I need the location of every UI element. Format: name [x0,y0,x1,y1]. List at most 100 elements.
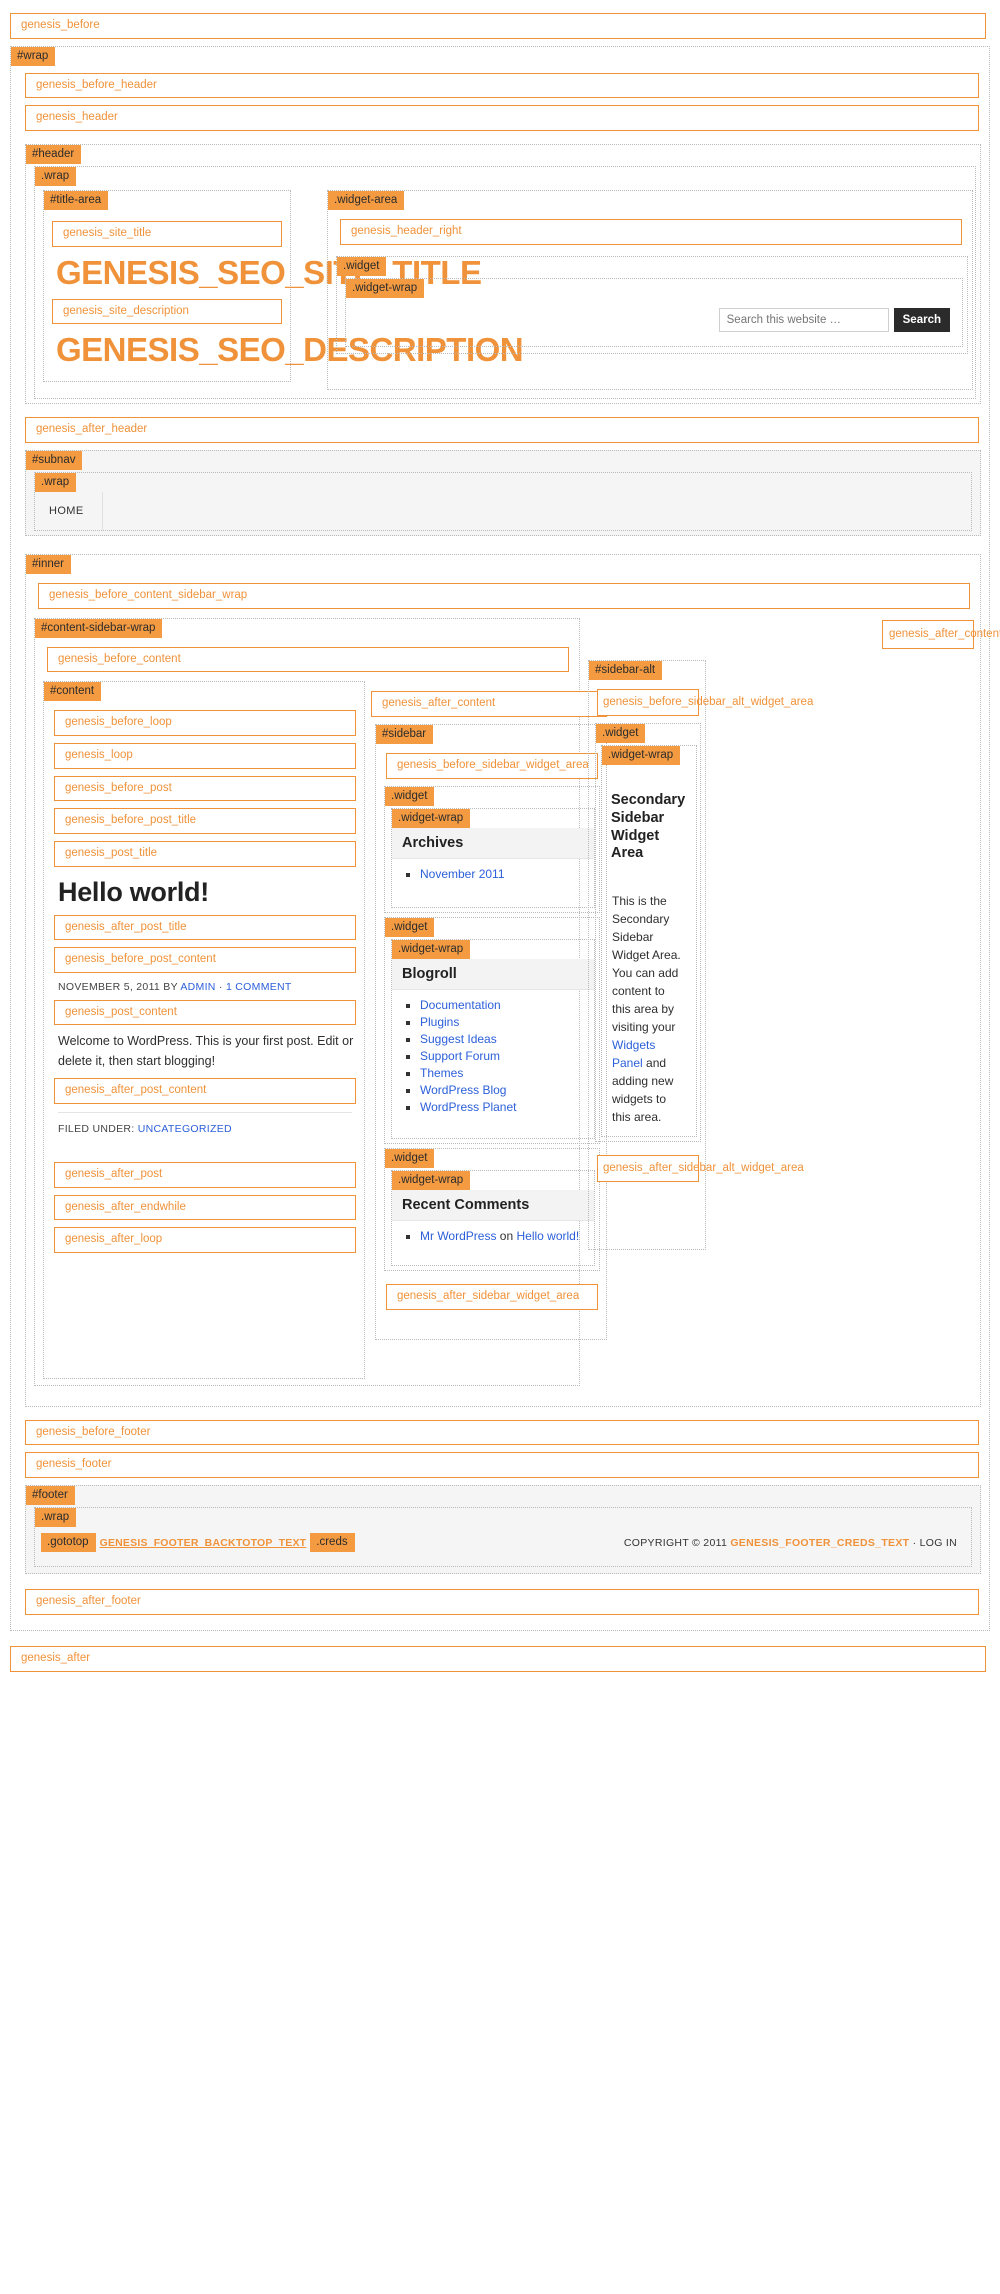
subnav-item-home[interactable]: HOME [35,491,103,530]
hook-genesis-after-header: genesis_after_header [25,417,979,443]
genesis-before-region: genesis_before [0,0,1000,39]
hook-genesis-before-header: genesis_before_header [25,72,979,99]
tag-inner: #inner [26,554,71,574]
blogroll-link[interactable]: Suggest Ideas [420,1032,497,1046]
post-meta-date: NOVEMBER 5, 2011 [58,980,161,993]
hook-label: genesis_before_content [58,652,181,665]
subnav-container: #subnav .wrap HOME [25,449,981,536]
subnav-link-home[interactable]: HOME [35,492,102,530]
tag-header: #header [26,144,82,165]
hook-label: genesis_after [21,1651,91,1664]
widget-area-container: .widget-area genesis_header_right .widge… [327,190,973,391]
list-item[interactable]: WordPress Blog [420,1083,594,1097]
genesis-hooks-visualization-page: genesis_before #wrap genesis_before_head… [0,0,1000,1689]
list-item[interactable]: Support Forum [420,1049,594,1063]
tag-widget-area: .widget-area [328,191,405,211]
blogroll-link[interactable]: WordPress Planet [420,1100,517,1114]
search-button[interactable]: Search [893,307,950,332]
post-meta-comments-link[interactable]: 1 COMMENT [226,981,292,993]
widget-title-recent-comments: Recent Comments [392,1190,594,1221]
genesis-after-region: genesis_after [0,1631,1000,1689]
list-item[interactable]: WordPress Planet [420,1100,594,1114]
post-meta-by: BY [163,980,178,993]
hook-label: genesis_after_post_content [65,1084,207,1097]
hook-genesis-before-post-content: genesis_before_post_content [54,947,356,973]
wrap-container: #wrap genesis_before_header genesis_head… [10,45,1000,1631]
hook-label: genesis_after_loop [65,1233,163,1246]
hook-genesis-after-sidebar-alt-widget-area: genesis_after_sidebar_alt_widget_area [597,1155,804,1183]
blogroll-link[interactable]: Themes [420,1066,463,1080]
hook-label: genesis_after_sidebar_alt_widget_area [603,1162,804,1175]
sidebar-container: #sidebar genesis_before_sidebar_widget_a… [375,723,607,1340]
post-meta-author-link[interactable]: ADMIN [180,981,215,993]
list-item[interactable]: Mr WordPress on Hello world! [420,1229,594,1243]
hook-label: genesis_before_header [36,78,157,91]
footer-wrap-container: .wrap .gototop GENESIS_FOOTER_BACKTOTOP_… [34,1507,972,1568]
list-item[interactable]: Themes [420,1066,594,1080]
blogroll-link[interactable]: Documentation [420,998,501,1012]
content-container: #content genesis_before_loop genesis_loo… [43,681,365,1379]
widget-list-recent-comments: Mr WordPress on Hello world! [392,1229,594,1243]
sidebar-alt-container: #sidebar-alt genesis_before_sidebar_alt_… [588,659,813,1251]
tag-widget-wrap: .widget-wrap [392,939,471,959]
hook-label: genesis_loop [65,748,133,761]
post-filed-label: FILED UNDER: [58,1122,135,1135]
hook-genesis-before-sidebar-alt-widget-area: genesis_before_sidebar_alt_widget_area [597,688,813,716]
tag-header-wrap: .wrap [35,167,77,187]
hook-label: genesis_after_post_title [65,920,187,933]
footer-row: .gototop GENESIS_FOOTER_BACKTOTOP_TEXT .… [35,1527,971,1558]
subnav-menu: HOME [35,491,971,530]
recent-comment-author-link[interactable]: Mr WordPress [420,1229,496,1243]
hook-label: genesis_before_content_sidebar_wrap [49,588,248,601]
back-to-top-link[interactable]: GENESIS_FOOTER_BACKTOTOP_TEXT [96,1537,311,1549]
search-input[interactable] [718,307,889,332]
tag-sidebar: #sidebar [376,724,434,744]
footer-login-link[interactable]: LOG IN [920,1537,957,1549]
tag-footer-wrap: .wrap [35,1508,77,1528]
sidebar-widget-wrap-container: .widget-wrap Blogroll Documentation Plug… [391,938,595,1139]
list-item[interactable]: Documentation [420,998,594,1012]
hook-genesis-after-content: genesis_after_content [371,691,607,717]
sidebar-alt-widget-container: .widget .widget-wrap Secondary Sidebar W… [595,722,701,1143]
archives-link[interactable]: November 2011 [420,867,505,881]
header-wrap-container: .wrap #title-area genesis_site_title GEN… [34,166,976,400]
hook-genesis-after-content-sidebar-wrap: genesis_after_content_sidebar_wrap [882,619,1000,650]
list-item[interactable]: Suggest Ideas [420,1032,594,1046]
recent-comment-post-link[interactable]: Hello world! [517,1229,580,1243]
hook-genesis-post-content: genesis_post_content [54,999,356,1026]
post-filed-under: FILED UNDER: UNCATEGORIZED [58,1111,352,1135]
tag-wrap: #wrap [11,46,56,66]
sidebar-widget-wrap-container: .widget-wrap Archives November 2011 [391,807,595,908]
widget-title-secondary-sidebar: Secondary Sidebar Widget Area [611,792,686,862]
tag-widget-wrap: .widget-wrap [392,1170,471,1190]
hook-label: genesis_before [21,19,100,31]
tag-title-area: #title-area [44,191,109,211]
widget-list-archives: November 2011 [392,867,594,881]
footer-copyright: COPYRIGHT © 2011 [623,1536,728,1549]
blogroll-link[interactable]: WordPress Blog [420,1083,506,1097]
hook-label: genesis_before_loop [65,716,172,729]
footer-container: #footer .wrap .gototop GENESIS_FOOTER_BA… [25,1485,981,1575]
header-widget-wrap-container: .widget-wrap Search [345,277,963,347]
list-item[interactable]: Plugins [420,1015,594,1029]
tag-widget: .widget [337,256,387,276]
list-item[interactable]: November 2011 [420,867,594,881]
hook-genesis-before-loop: genesis_before_loop [54,710,356,736]
widget-title-blogroll: Blogroll [392,958,594,990]
tag-sidebar-alt: #sidebar-alt [589,660,663,680]
hook-genesis-site-title: genesis_site_title [52,221,282,247]
hook-genesis-before-post-title: genesis_before_post_title [54,808,356,834]
hook-genesis-post-title: genesis_post_title [54,840,356,867]
search-form[interactable]: Search [346,298,962,346]
hook-label: genesis_after_content [382,697,496,710]
hook-label: genesis_before_post_title [65,814,197,827]
blogroll-link[interactable]: Support Forum [420,1049,500,1063]
post-filed-category-link[interactable]: UNCATEGORIZED [138,1123,232,1135]
hook-genesis-after-post-content: genesis_after_post_content [54,1078,356,1104]
site-description: GENESIS_SEO_DESCRIPTION [56,331,524,369]
blogroll-link[interactable]: Plugins [420,1015,459,1029]
hook-genesis-before: genesis_before [10,13,986,39]
hook-label: genesis_after_footer [36,1595,141,1608]
hook-label: genesis_post_title [65,846,158,859]
hook-genesis-after-sidebar-widget-area: genesis_after_sidebar_widget_area [386,1284,598,1310]
